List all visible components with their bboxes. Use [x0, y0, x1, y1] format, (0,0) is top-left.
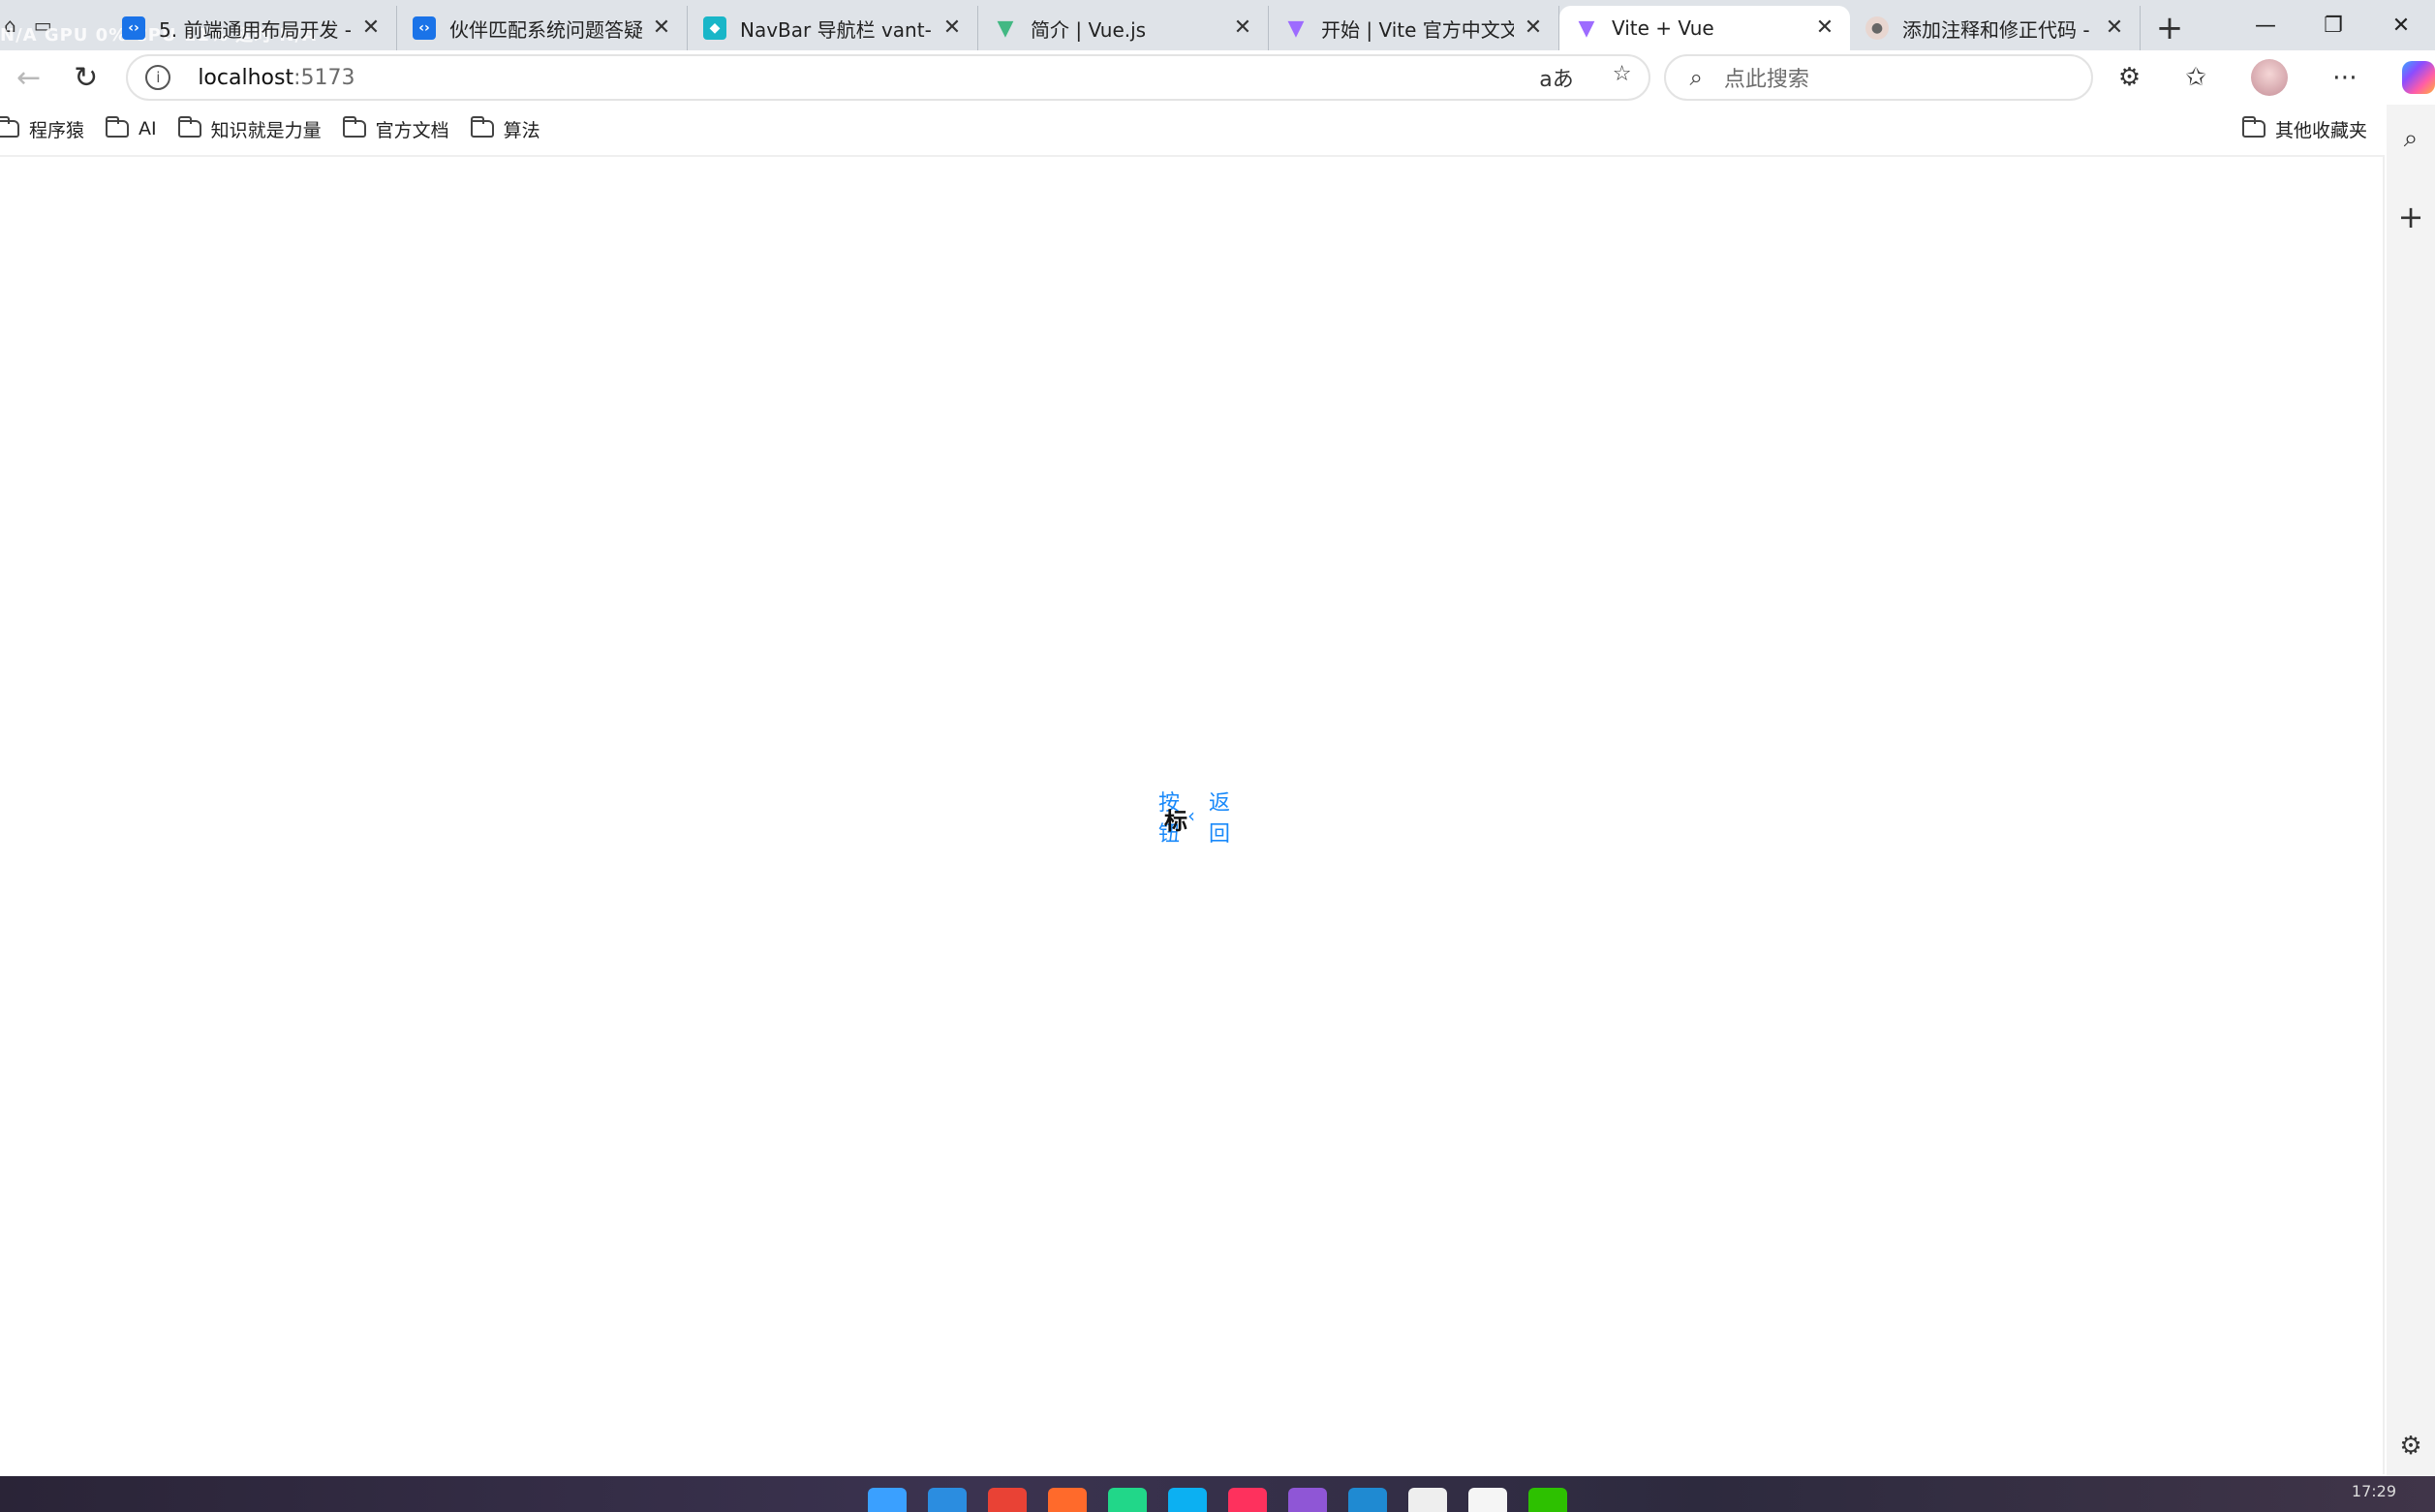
close-icon[interactable]: ✕ — [1813, 16, 1836, 40]
tab-4[interactable]: ▼ 简介 | Vue.js ✕ — [978, 6, 1269, 50]
bookmark-label: 其他收藏夹 — [2274, 119, 2367, 141]
chevron-left-icon[interactable]: ‹ — [1187, 804, 1195, 827]
vue-favicon-icon: ▼ — [997, 15, 1014, 41]
tab-title: 简介 | Vue.js — [1031, 17, 1147, 42]
sidebar-add-icon[interactable]: + — [2398, 199, 2424, 235]
folder-icon — [0, 116, 19, 138]
doubao-favicon-icon: ● — [1865, 16, 1889, 40]
sidebar-settings-icon[interactable]: ⚙ — [2399, 1432, 2421, 1461]
tab-2[interactable]: ‹› 伙伴匹配系统问题答疑 - 伙 ✕ — [397, 6, 688, 50]
os-taskbar: 17:29 — [0, 1476, 2435, 1512]
avatar[interactable] — [2251, 59, 2288, 96]
tab-5[interactable]: ▼ 开始 | Vite 官方中文文档 ✕ — [1269, 6, 1559, 50]
bookmark-label: AI — [139, 118, 157, 139]
code-favicon-icon: ‹› — [413, 16, 436, 40]
bookmarks-bar: 程序猿 AI 知识就是力量 官方文档 算法 其他收藏夹 — [0, 105, 2387, 153]
toolbar-tools: ⚙ ✩ ⋯ — [2118, 59, 2435, 96]
sidebar-search-icon[interactable]: ⌕ — [2404, 124, 2419, 154]
search-placeholder: 点此搜索 — [1723, 68, 1809, 92]
close-icon[interactable]: ✕ — [940, 16, 964, 40]
close-icon[interactable]: ✕ — [1231, 16, 1254, 40]
address-port: :5173 — [293, 65, 355, 90]
folder-icon — [342, 116, 366, 138]
folder-icon — [2241, 116, 2265, 138]
tab-title: 添加注释和修正代码 - 豆包 — [1902, 17, 2095, 42]
favorite-star-icon[interactable]: ☆ — [1613, 62, 1632, 93]
bookmark-label: 程序猿 — [29, 119, 85, 141]
new-tab-icon[interactable]: + — [2141, 6, 2199, 50]
close-icon[interactable]: ✕ — [1522, 16, 1545, 40]
typora-taskbar-icon[interactable] — [1408, 1487, 1447, 1512]
taskbar-clock[interactable]: 17:29 — [2352, 1482, 2396, 1500]
vscode-taskbar-icon[interactable] — [1348, 1487, 1387, 1512]
folder-icon — [106, 116, 130, 138]
vite-favicon-icon: ▼ — [1578, 15, 1595, 41]
close-icon[interactable]: ✕ — [359, 16, 383, 40]
nav-title: 标 — [1164, 808, 1187, 835]
close-icon[interactable]: ✕ — [2103, 16, 2126, 40]
bookmark-folder[interactable]: 程序猿 — [0, 116, 84, 142]
tab-1[interactable]: ‹› 5. 前端通用布局开发 - 伙伴 ✕ — [107, 6, 397, 50]
pycharm-taskbar-icon[interactable] — [1108, 1487, 1147, 1512]
webstorm-taskbar-icon[interactable] — [1168, 1487, 1207, 1512]
vant-favicon-icon: ◆ — [703, 16, 726, 40]
start-icon[interactable] — [868, 1487, 907, 1512]
folder-icon — [470, 116, 494, 138]
tab-title: 开始 | Vite 官方中文文档 — [1321, 17, 1514, 42]
search-icon: ⌕ — [1689, 64, 1703, 91]
read-aloud-icon[interactable]: aあ — [1539, 62, 1573, 93]
tab-strip: ⌂ ▭ N/A GPU 0% CPU 11% 延时 N/A ‹› 5. 前端通用… — [0, 0, 2435, 50]
browser-toolbar: ← ↻ i localhost:5173 aあ ☆ ⌕ 点此搜索 ⚙ ✩ ⋯ — [0, 50, 2435, 105]
tab-strip-leading: ⌂ ▭ N/A GPU 0% CPU 11% 延时 N/A — [0, 0, 316, 50]
minimize-icon[interactable]: — — [2232, 0, 2299, 50]
bookmark-label: 官方文档 — [375, 119, 449, 141]
visual-studio-taskbar-icon[interactable] — [1288, 1487, 1327, 1512]
favorites-icon[interactable]: ✩ — [2185, 63, 2206, 92]
tab-title: Vite + Vue — [1612, 16, 1714, 40]
edge-sidebar: ⌕ + ⚙ — [2387, 105, 2435, 1476]
van-nav-bar: 按钮 标 ‹ 返回 — [1158, 788, 1236, 858]
qq-taskbar-icon[interactable] — [1468, 1487, 1507, 1512]
address-host: localhost — [198, 65, 294, 90]
nav-back-button[interactable]: 返回 — [1209, 788, 1234, 850]
address-actions: aあ ☆ — [1539, 62, 1631, 93]
bookmark-folder[interactable]: 官方文档 — [342, 116, 449, 142]
window-controls: — ❐ ✕ — [2232, 0, 2435, 50]
bookmark-label: 算法 — [503, 119, 540, 141]
extensions-icon[interactable]: ⚙ — [2118, 63, 2141, 92]
tab-6-active[interactable]: ▼ Vite + Vue ✕ — [1559, 6, 1850, 50]
app-taskbar-icon[interactable] — [1048, 1487, 1087, 1512]
other-favorites-folder[interactable]: 其他收藏夹 — [2241, 116, 2367, 142]
tab-title: 伙伴匹配系统问题答疑 - 伙 — [449, 17, 642, 42]
copilot-icon[interactable] — [2402, 61, 2435, 94]
bookmark-folder[interactable]: AI — [106, 116, 157, 139]
window-close-icon[interactable]: ✕ — [2367, 0, 2435, 50]
code-favicon-icon: ‹› — [122, 16, 145, 40]
tab-7[interactable]: ● 添加注释和修正代码 - 豆包 ✕ — [1850, 6, 2141, 50]
close-icon[interactable]: ✕ — [650, 16, 673, 40]
edge-taskbar-icon[interactable] — [928, 1487, 967, 1512]
address-bar[interactable]: i localhost:5173 aあ ☆ — [126, 54, 1651, 101]
chrome-taskbar-icon[interactable] — [988, 1487, 1027, 1512]
page-viewport: 按钮 标 ‹ 返回 — [0, 155, 2385, 1474]
more-icon[interactable]: ⋯ — [2332, 63, 2358, 92]
back-icon[interactable]: ← — [0, 50, 57, 105]
tab-title: 5. 前端通用布局开发 - 伙伴 — [159, 17, 352, 42]
folder-icon — [177, 116, 201, 138]
search-input[interactable]: ⌕ 点此搜索 — [1664, 54, 2093, 101]
restore-icon[interactable]: ❐ — [2299, 0, 2367, 50]
intellij-taskbar-icon[interactable] — [1228, 1487, 1267, 1512]
bookmark-folder[interactable]: 算法 — [470, 116, 540, 142]
tab-3[interactable]: ◆ NavBar 导航栏 vant-nav-b ✕ — [688, 6, 978, 50]
bookmark-label: 知识就是力量 — [210, 119, 322, 141]
bookmark-folder[interactable]: 知识就是力量 — [177, 116, 322, 142]
wechat-taskbar-icon[interactable] — [1528, 1487, 1567, 1512]
site-info-icon[interactable]: i — [145, 65, 171, 90]
tab-title: NavBar 导航栏 vant-nav-b — [740, 17, 933, 42]
vite-favicon-icon: ▼ — [1287, 15, 1305, 41]
refresh-icon[interactable]: ↻ — [57, 50, 114, 105]
